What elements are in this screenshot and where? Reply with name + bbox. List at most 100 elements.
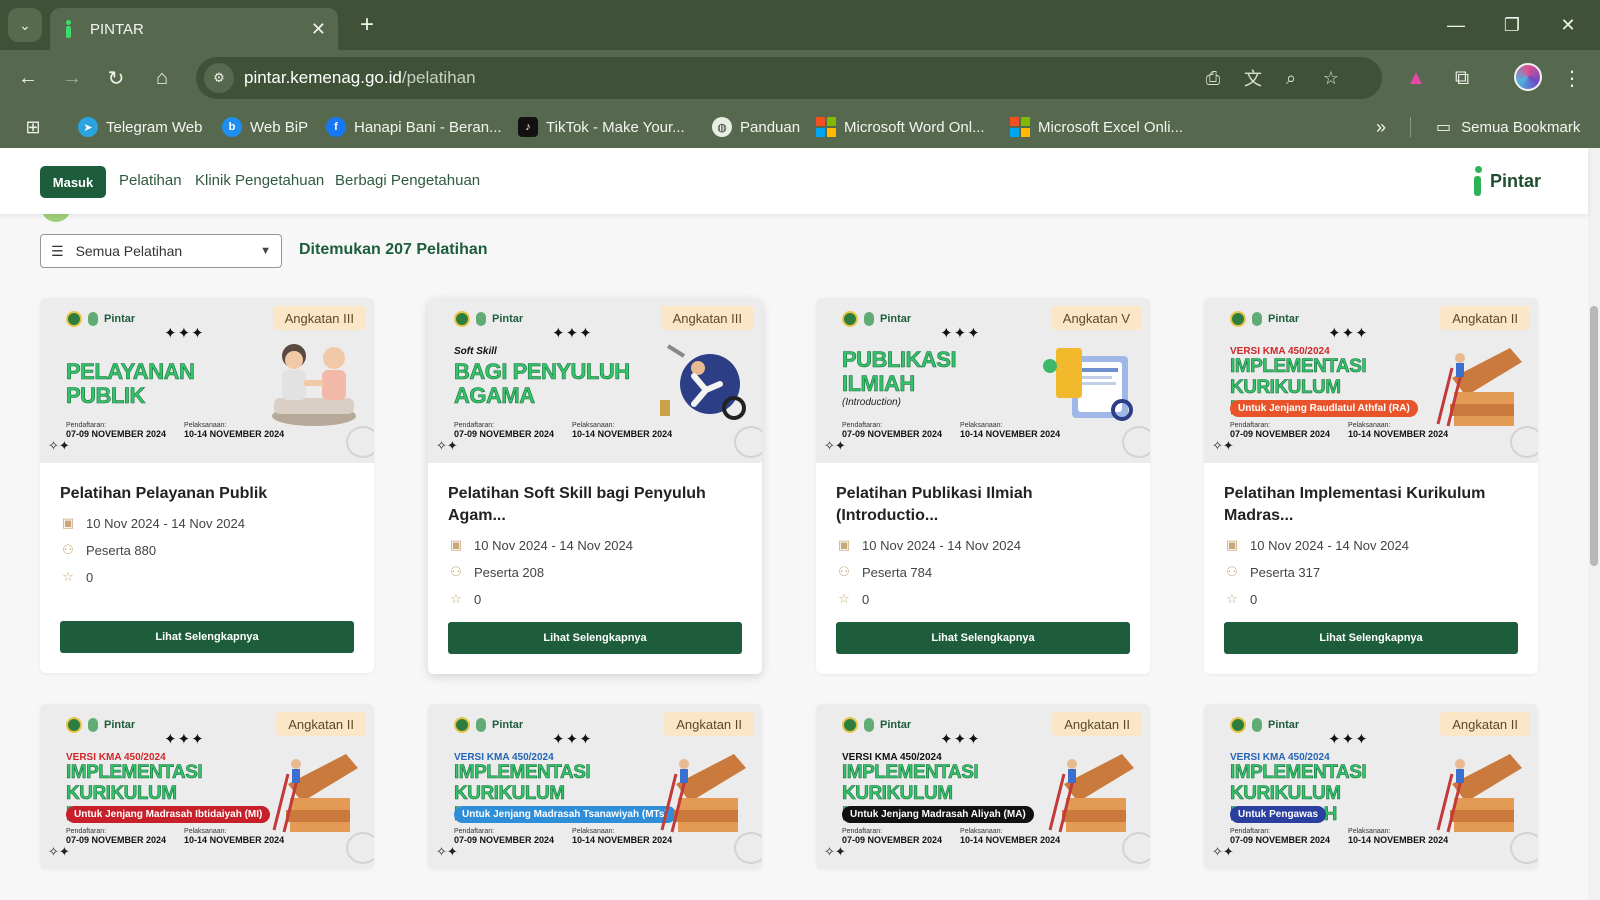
- reg-dates: 07-09 NOVEMBER 2024: [1230, 835, 1331, 845]
- kemenag-logo-icon: [1230, 311, 1246, 327]
- address-bar[interactable]: ⚙ pintar.kemenag.go.id/pelatihan ⎙ 文 ⌕ ☆: [196, 57, 1382, 99]
- bookmark-label: Microsoft Word Onl...: [844, 118, 985, 136]
- telegram-icon: ➤: [78, 117, 98, 137]
- training-card[interactable]: Pintar ✦✦✦ Angkatan II VERSI KMA 450/202…: [1204, 298, 1538, 674]
- card-participants: ⚇ Peserta 208: [448, 563, 742, 581]
- site-info-icon[interactable]: ⚙: [204, 63, 234, 93]
- browser-toolbar: ← → ↻ ⌂ ⚙ pintar.kemenag.go.id/pelatihan…: [0, 50, 1600, 106]
- microsoft-icon: [816, 117, 836, 137]
- tiktok-icon: ♪: [518, 117, 538, 137]
- folder-icon: ▭: [1436, 119, 1452, 136]
- training-card[interactable]: Pintar ✦✦✦ Angkatan III PELAYANAN PUBLIK…: [40, 298, 374, 673]
- view-details-button[interactable]: Lihat Selengkapnya: [60, 621, 354, 653]
- exec-dates: 10-14 NOVEMBER 2024: [572, 429, 673, 439]
- coil-decoration: [734, 426, 762, 458]
- batch-badge: Angkatan II: [276, 712, 366, 736]
- training-card[interactable]: Pintar ✦✦✦ Angkatan V PUBLIKASI ILMIAH (…: [816, 298, 1150, 674]
- card-banner: Pintar ✦✦✦ Angkatan II VERSI KMA 450/202…: [1204, 704, 1538, 869]
- card-title[interactable]: Pelatihan Soft Skill bagi Penyuluh Agam.…: [448, 483, 742, 527]
- banner-pintar-logo: Pintar: [1268, 719, 1300, 731]
- training-card[interactable]: Pintar ✦✦✦ Angkatan II VERSI KMA 450/202…: [1204, 704, 1538, 869]
- site-logo[interactable]: Pintar: [1472, 166, 1541, 196]
- bookmark-star-icon[interactable]: ☆: [1316, 63, 1346, 93]
- reg-label: Pendaftaran:: [66, 828, 107, 835]
- reload-icon[interactable]: ↻: [100, 62, 132, 94]
- new-tab-plus-icon[interactable]: +: [352, 10, 382, 40]
- card-title[interactable]: Pelatihan Publikasi Ilmiah (Introductio.…: [836, 483, 1130, 527]
- card-banner: Pintar ✦✦✦ Angkatan III Soft Skill BAGI …: [428, 298, 762, 463]
- bookmark-tiktok[interactable]: ♪ TikTok - Make Your...: [518, 114, 685, 140]
- card-banner: Pintar ✦✦✦ Angkatan III PELAYANAN PUBLIK…: [40, 298, 374, 463]
- banner-logos: Pintar: [1230, 717, 1299, 733]
- users-icon: ⚇: [62, 542, 74, 557]
- chevron-down-icon: ▼: [260, 245, 271, 257]
- view-details-button[interactable]: Lihat Selengkapnya: [836, 622, 1130, 654]
- bookmark-word[interactable]: Microsoft Word Onl...: [816, 114, 985, 140]
- card-body: Pelatihan Soft Skill bagi Penyuluh Agam.…: [428, 463, 762, 654]
- more-bookmarks-chevron-icon[interactable]: »: [1376, 114, 1386, 140]
- training-card[interactable]: Pintar ✦✦✦ Angkatan II VERSI KMA 450/202…: [40, 704, 374, 869]
- banner-subtitle: (Introduction): [842, 397, 901, 408]
- coil-decoration: [734, 832, 762, 864]
- zoom-icon[interactable]: ⌕: [1276, 63, 1306, 93]
- nav-pelatihan[interactable]: Pelatihan: [119, 172, 182, 189]
- back-arrow-icon[interactable]: ←: [12, 62, 44, 94]
- extensions-puzzle-icon[interactable]: ⧉: [1446, 62, 1478, 94]
- login-button[interactable]: Masuk: [40, 166, 106, 198]
- dates-text: 10 Nov 2024 - 14 Nov 2024: [1250, 537, 1409, 553]
- url-text[interactable]: pintar.kemenag.go.id/pelatihan: [244, 68, 476, 88]
- kemenag-logo-icon: [66, 717, 82, 733]
- apps-grid-icon[interactable]: ⊞: [20, 114, 46, 140]
- install-app-icon[interactable]: ⎙: [1198, 63, 1228, 93]
- nav-klinik-pengetahuan[interactable]: Klinik Pengetahuan: [195, 172, 324, 189]
- translate-icon[interactable]: 文: [1238, 63, 1268, 93]
- training-card[interactable]: Pintar ✦✦✦ Angkatan II VERSI KMA 450/202…: [816, 704, 1150, 869]
- partner-logo-icon: [1252, 718, 1262, 732]
- training-card[interactable]: Pintar ✦✦✦ Angkatan II VERSI KMA 450/202…: [428, 704, 762, 869]
- papers-magnifier-illustration-icon: [1043, 348, 1133, 421]
- bookmark-panduan[interactable]: ◍ Panduan: [712, 114, 800, 140]
- tab-search-chevron-icon[interactable]: ⌄: [8, 8, 42, 42]
- scrollbar-thumb[interactable]: [1590, 306, 1598, 566]
- banner-pintar-logo: Pintar: [492, 719, 524, 731]
- bookmarks-bar: ⊞ ➤ Telegram Web b Web BiP f Hanapi Bani…: [0, 106, 1600, 148]
- coil-decoration: [346, 426, 374, 458]
- forward-arrow-icon[interactable]: →: [56, 62, 88, 94]
- page-scrollbar[interactable]: [1588, 148, 1600, 900]
- card-banner: Pintar ✦✦✦ Angkatan II VERSI KMA 450/202…: [816, 704, 1150, 869]
- banner-dates: Pendaftaran: 07-09 NOVEMBER 2024 Pelaksan…: [842, 828, 1060, 845]
- banner-logos: Pintar: [454, 717, 523, 733]
- banner-dates: Pendaftaran: 07-09 NOVEMBER 2024 Pelaksan…: [66, 422, 284, 439]
- minimize-icon[interactable]: —: [1436, 10, 1476, 40]
- books-ladder-illustration-icon: [1048, 754, 1134, 833]
- home-icon[interactable]: ⌂: [146, 62, 178, 94]
- bookmark-facebook[interactable]: f Hanapi Bani - Beran...: [326, 114, 502, 140]
- view-details-button[interactable]: Lihat Selengkapnya: [448, 622, 742, 654]
- menu-kebab-icon[interactable]: ⋮: [1556, 62, 1588, 94]
- category-filter-select[interactable]: ☰ Semua Pelatihan ▼: [40, 234, 282, 268]
- tab-pintar[interactable]: PINTAR ✕: [50, 8, 338, 50]
- pintar-logo-icon: [1472, 166, 1486, 196]
- page-content: Masuk Pelatihan Klinik Pengetahuan Berba…: [0, 148, 1600, 900]
- card-title[interactable]: Pelatihan Pelayanan Publik: [60, 483, 354, 505]
- extension-triangle-icon[interactable]: ▲: [1400, 62, 1432, 94]
- restore-icon[interactable]: ❐: [1492, 10, 1532, 40]
- sparkle-icon: ✧✦: [436, 844, 458, 859]
- batch-badge: Angkatan III: [272, 306, 366, 330]
- card-title[interactable]: Pelatihan Implementasi Kurikulum Madras.…: [1224, 483, 1518, 527]
- bookmark-telegram[interactable]: ➤ Telegram Web: [78, 114, 202, 140]
- coil-decoration: [1122, 832, 1150, 864]
- profile-avatar-icon[interactable]: [1514, 63, 1542, 91]
- close-window-icon[interactable]: ✕: [1548, 10, 1588, 40]
- banner-dates: Pendaftaran: 07-09 NOVEMBER 2024 Pelaksan…: [842, 422, 1060, 439]
- bookmark-bip[interactable]: b Web BiP: [222, 114, 308, 140]
- nav-berbagi-pengetahuan[interactable]: Berbagi Pengetahuan: [335, 172, 480, 189]
- bookmark-excel[interactable]: Microsoft Excel Onli...: [1010, 114, 1183, 140]
- view-details-button[interactable]: Lihat Selengkapnya: [1224, 622, 1518, 654]
- all-bookmarks-folder[interactable]: ▭ Semua Bookmark: [1436, 114, 1580, 140]
- tab-close-icon[interactable]: ✕: [311, 19, 326, 40]
- books-ladder-illustration-icon: [660, 754, 746, 833]
- training-card[interactable]: Pintar ✦✦✦ Angkatan III Soft Skill BAGI …: [428, 298, 762, 674]
- banner-level-pill: Untuk Jenjang Madrasah Tsanawiyah (MTs): [454, 806, 676, 823]
- exec-dates: 10-14 NOVEMBER 2024: [960, 429, 1061, 439]
